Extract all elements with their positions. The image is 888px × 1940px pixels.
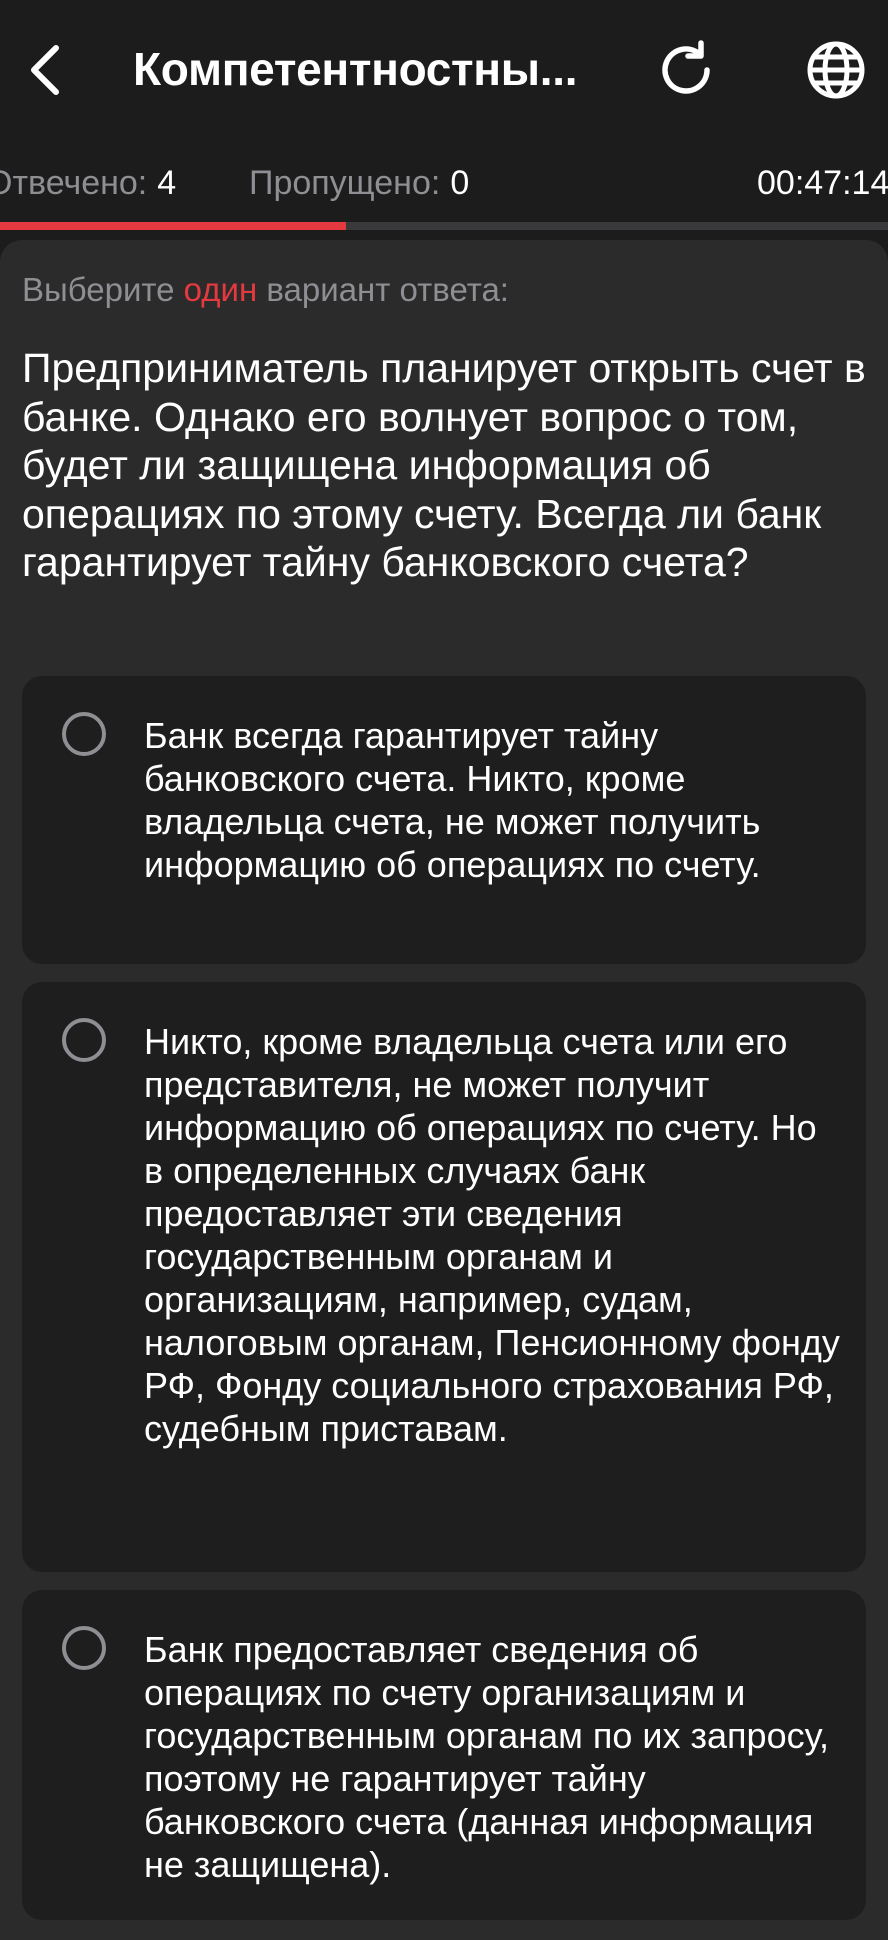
radio-unchecked-icon[interactable] <box>62 1018 106 1062</box>
instruction-prefix: Выберите <box>22 271 175 308</box>
radio-unchecked-icon[interactable] <box>62 712 106 756</box>
radio-unchecked-icon[interactable] <box>62 1626 106 1670</box>
language-button[interactable] <box>796 30 876 110</box>
answer-option-1[interactable]: Банк всегда гарантирует тайну банковског… <box>22 676 866 964</box>
answered-counter: Отвечено: 4 <box>0 150 176 216</box>
progress-bar <box>0 222 888 230</box>
skipped-label: Пропущено: <box>249 164 441 202</box>
answer-option-3[interactable]: Банк предоставляет сведения об операциях… <box>22 1590 866 1920</box>
timer: 00:47:14 <box>757 164 888 202</box>
answered-label: Отвечено: <box>0 164 148 202</box>
instruction-accent: один <box>183 271 258 308</box>
answer-option-text: Банк предоставляет сведения об операциях… <box>144 1629 829 1885</box>
page-title: Компетентностны... <box>133 43 578 95</box>
answer-option-text: Никто, кроме владельца счета или его пре… <box>144 1021 840 1449</box>
refresh-icon <box>662 40 710 94</box>
app-header: Компетентностны... <box>0 0 888 140</box>
progress-fill <box>0 222 347 230</box>
answer-option-text: Банк всегда гарантирует тайну банковског… <box>144 715 761 885</box>
instruction-suffix: вариант ответа: <box>266 271 509 308</box>
answered-value: 4 <box>157 164 177 202</box>
refresh-button[interactable] <box>646 30 726 110</box>
skipped-value: 0 <box>450 164 470 202</box>
chevron-left-icon <box>31 45 59 95</box>
skipped-counter: Пропущено: 0 <box>249 150 469 216</box>
stats-bar: Отвечено: 4 Пропущено: 0 00:47:14 <box>0 150 888 216</box>
back-button[interactable] <box>14 28 78 112</box>
question-text: Предприниматель планирует открыть счет в… <box>22 345 866 585</box>
answer-instruction: Выберите один вариант ответа: <box>22 266 509 314</box>
answer-option-2[interactable]: Никто, кроме владельца счета или его пре… <box>22 982 866 1572</box>
globe-icon <box>807 41 865 99</box>
